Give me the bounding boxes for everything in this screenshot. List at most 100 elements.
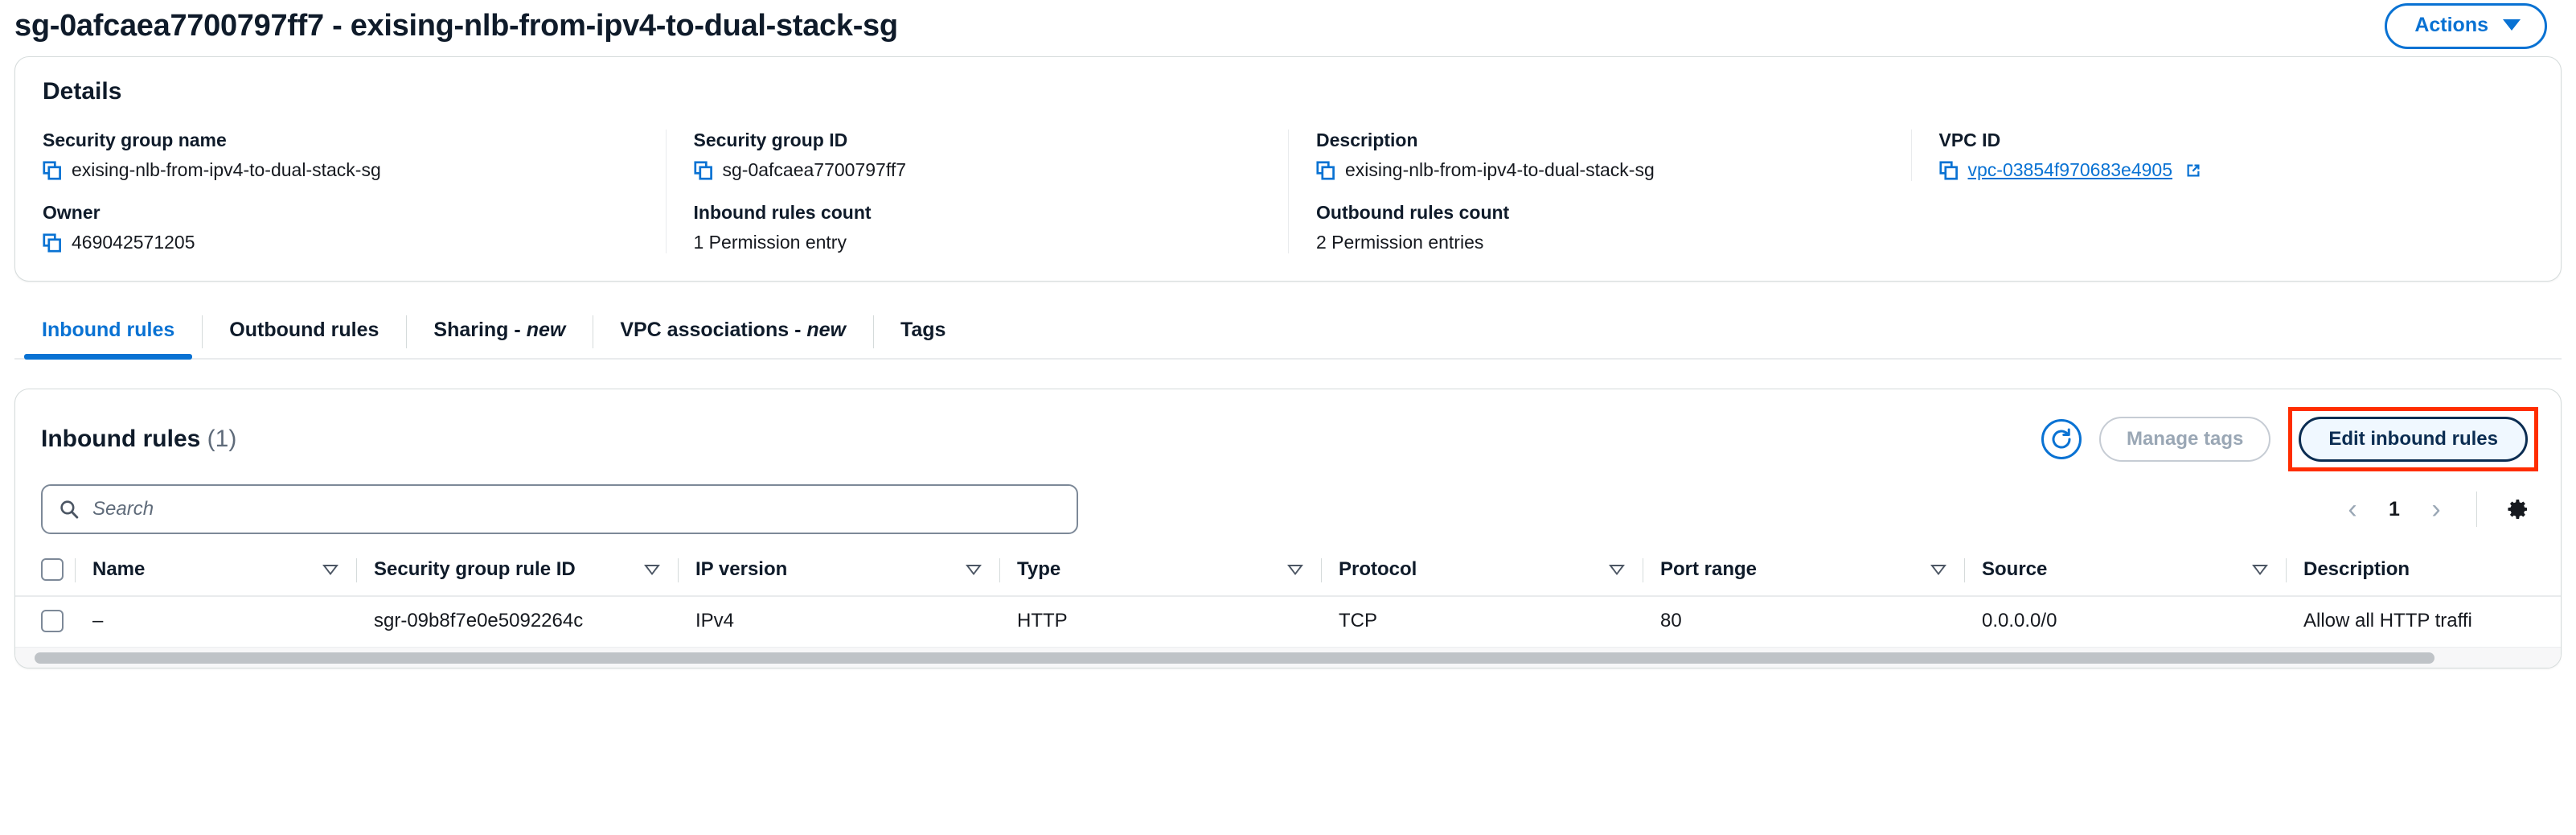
detail-text: sg-0afcaea7700797ff7 [722,159,907,180]
detail-label: Outbound rules count [1316,202,1510,223]
cell-protocol: TCP [1339,610,1377,631]
column-header-source[interactable]: Source [1964,547,2286,597]
pager-divider [2476,492,2477,527]
tab-vpc-associations[interactable]: VPC associations - new [593,306,873,358]
sort-icon[interactable] [966,564,982,575]
copy-icon[interactable] [1316,160,1335,181]
page-title: sg-0afcaea7700797ff7 - exising-nlb-from-… [14,8,898,43]
sort-icon[interactable] [322,564,338,575]
detail-label: Owner [43,202,100,223]
table-header-row: Name Security group rule ID IP version T… [15,547,2561,597]
detail-value: vpc-03854f970683e4905 [1938,159,2513,181]
actions-button-label: Actions [2414,13,2488,36]
detail-value: 2 Permission entries [1316,232,1890,253]
table-row[interactable]: – sgr-09b8f7e0e5092264c IPv4 HTTP TCP 80… [15,596,2561,647]
page-header: sg-0afcaea7700797ff7 - exising-nlb-from-… [0,0,2576,51]
page-number[interactable]: 1 [2377,498,2412,521]
search-input[interactable] [91,497,1060,521]
copy-icon[interactable] [1938,160,1959,181]
detail-text: exising-nlb-from-ipv4-to-dual-stack-sg [1345,159,1655,180]
detail-text: 2 Permission entries [1316,232,1484,253]
preferences-button[interactable] [2496,488,2538,530]
column-header-rule-id[interactable]: Security group rule ID [356,547,678,597]
detail-security-group-id: Security group ID sg-0afcaea7700797ff7 [665,130,1289,181]
column-header-ip-version[interactable]: IP version [678,547,999,597]
detail-inbound-rules-count: Inbound rules count 1 Permission entry [665,181,1289,253]
tab-label: Sharing [433,319,509,341]
actions-button[interactable]: Actions [2385,2,2547,49]
tab-tags[interactable]: Tags [872,306,974,358]
copy-icon[interactable] [43,160,62,181]
tab-sharing[interactable]: Sharing - new [406,306,593,358]
external-link-icon[interactable] [2185,162,2201,179]
cell-ip-version: IPv4 [695,610,735,631]
edit-inbound-rules-highlight: Edit inbound rules [2288,407,2538,471]
copy-icon[interactable] [43,232,62,253]
row-checkbox[interactable] [41,610,64,632]
cell-rule-id: sgr-09b8f7e0e5092264c [374,610,584,631]
column-label: Port range [1660,558,1758,580]
detail-label: Description [1316,130,1418,150]
manage-tags-button[interactable]: Manage tags [2098,417,2271,462]
detail-label: Security group ID [693,130,848,150]
detail-owner: Owner 469042571205 [43,181,666,253]
cell-description: Allow all HTTP traffi [2303,610,2472,631]
tab-new-badge: new [526,319,566,341]
detail-value: 1 Permission entry [694,232,1268,253]
tab-new-badge: new [806,319,846,341]
detail-vpc-id: VPC ID vpc-03854f970683e4905 [1910,130,2534,181]
search-icon [60,500,79,519]
horizontal-scrollbar[interactable] [15,647,2561,668]
panel-actions: Manage tags Edit inbound rules [2041,407,2538,471]
search-box[interactable] [41,484,1078,534]
detail-text: exising-nlb-from-ipv4-to-dual-stack-sg [72,159,381,180]
tab-label: Outbound rules [229,319,379,341]
panel-count: (1) [207,426,237,452]
detail-security-group-name: Security group name exising-nlb-from-ipv… [43,130,666,181]
column-label: Type [1017,558,1061,580]
refresh-icon [2052,428,2071,449]
sort-icon[interactable] [1287,564,1303,575]
panel-title-text: Inbound rules [41,426,201,452]
column-label: Protocol [1339,558,1417,580]
sort-icon[interactable] [1930,564,1946,575]
cell-type: HTTP [1017,610,1068,631]
tab-label: VPC associations [620,319,790,341]
select-all-checkbox[interactable] [41,558,64,581]
detail-description: Description exising-nlb-from-ipv4-to-dua… [1288,130,1911,181]
details-grid-row-1: Security group name exising-nlb-from-ipv… [43,130,2533,181]
edit-inbound-rules-button[interactable]: Edit inbound rules [2299,417,2528,462]
horizontal-scrollbar-thumb[interactable] [35,652,2434,664]
tab-inbound-rules[interactable]: Inbound rules [14,306,202,360]
column-label: Name [92,558,146,580]
chevron-left-icon[interactable]: ‹ [2332,488,2373,530]
inbound-rules-card: Inbound rules (1) Manage tags Edit inbou… [14,389,2562,668]
column-header-protocol[interactable]: Protocol [1321,547,1643,597]
detail-value: exising-nlb-from-ipv4-to-dual-stack-sg [43,159,645,181]
pagination: ‹ 1 › [2332,488,2538,530]
column-label: IP version [695,558,788,580]
column-label: Source [1982,558,2048,580]
column-header-name[interactable]: Name [75,547,356,597]
column-header-port-range[interactable]: Port range [1643,547,1964,597]
sort-icon[interactable] [2252,564,2268,575]
sort-icon[interactable] [1609,564,1625,575]
details-heading: Details [43,78,122,105]
detail-text: 1 Permission entry [693,232,847,253]
sort-icon[interactable] [644,564,660,575]
cell-name: – [92,610,104,631]
table-header: Inbound rules (1) Manage tags Edit inbou… [15,389,2561,479]
column-header-description[interactable]: Description [2286,547,2561,597]
row-select-cell [15,596,75,647]
refresh-button[interactable] [2041,419,2082,459]
tab-outbound-rules[interactable]: Outbound rules [202,306,406,358]
cell-port-range: 80 [1660,610,1682,631]
tab-label: Tags [900,319,946,341]
column-header-type[interactable]: Type [999,547,1321,597]
detail-label: VPC ID [1938,130,2001,150]
cell-source: 0.0.0.0/0 [1982,610,2057,631]
vpc-id-link[interactable]: vpc-03854f970683e4905 [1968,159,2173,181]
copy-icon[interactable] [693,160,713,181]
panel-title: Inbound rules (1) [41,426,236,453]
chevron-right-icon[interactable]: › [2415,488,2457,530]
